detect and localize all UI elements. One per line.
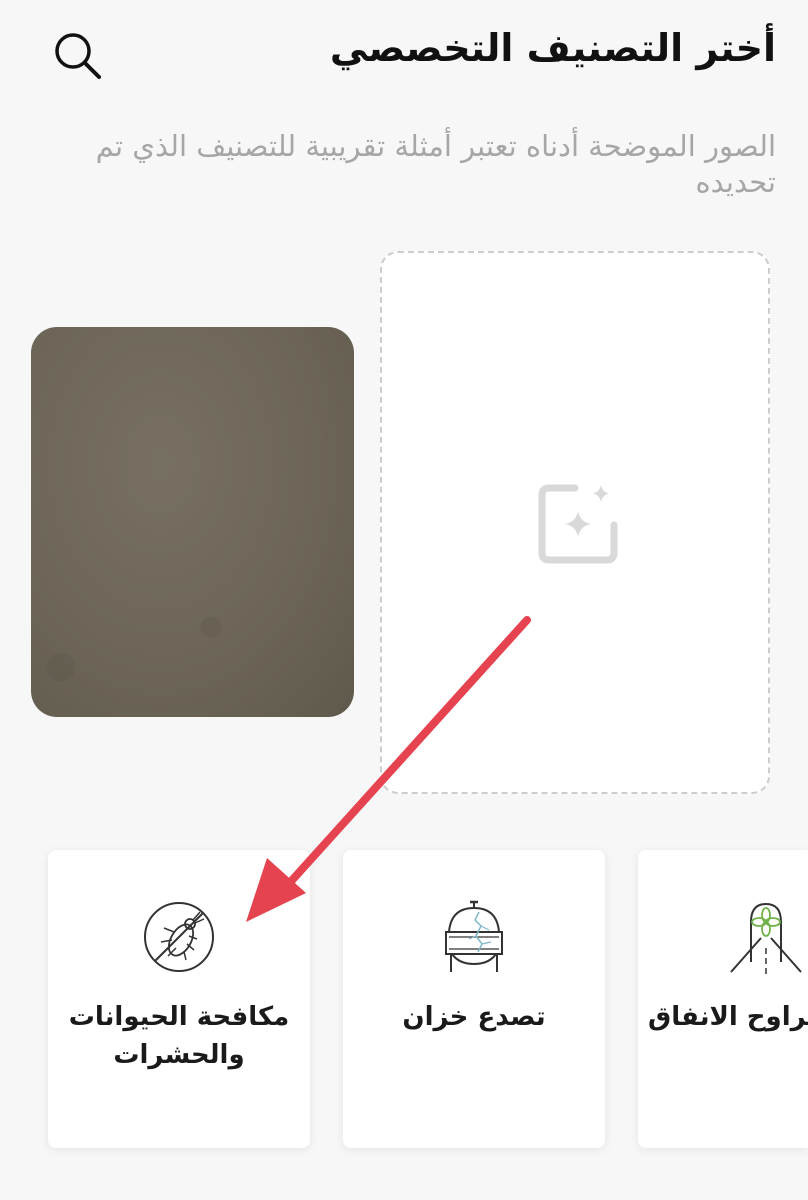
cracked-tank-icon bbox=[445, 900, 503, 972]
add-image-sparkle-icon bbox=[538, 484, 618, 564]
no-insects-icon bbox=[144, 902, 214, 972]
category-label: مكافحة الحيوانات والحشرات bbox=[68, 1002, 290, 1070]
description-text: الصور الموضحة أدناه تعتبر أمثلة تقريبية … bbox=[95, 129, 776, 199]
page-title: أختر التصنيف التخصصي bbox=[329, 26, 776, 70]
search-button[interactable] bbox=[50, 28, 106, 84]
category-card-tunnel-fans[interactable]: مراوح الانفاق bbox=[638, 850, 808, 1148]
category-card-tank-crack[interactable]: تصدع خزان bbox=[343, 850, 605, 1148]
image-upload-placeholder[interactable] bbox=[380, 251, 770, 794]
example-image bbox=[31, 327, 354, 717]
tunnel-fan-icon bbox=[730, 902, 802, 974]
search-icon bbox=[55, 33, 101, 79]
category-selection-screen: أختر التصنيف التخصصي الصور الموضحة أدناه… bbox=[0, 0, 808, 1200]
category-card-pest-control[interactable]: مكافحة الحيوانات والحشرات bbox=[48, 850, 310, 1148]
category-label: تصدع خزان bbox=[402, 1002, 546, 1032]
category-label: مراوح الانفاق bbox=[648, 1002, 808, 1032]
